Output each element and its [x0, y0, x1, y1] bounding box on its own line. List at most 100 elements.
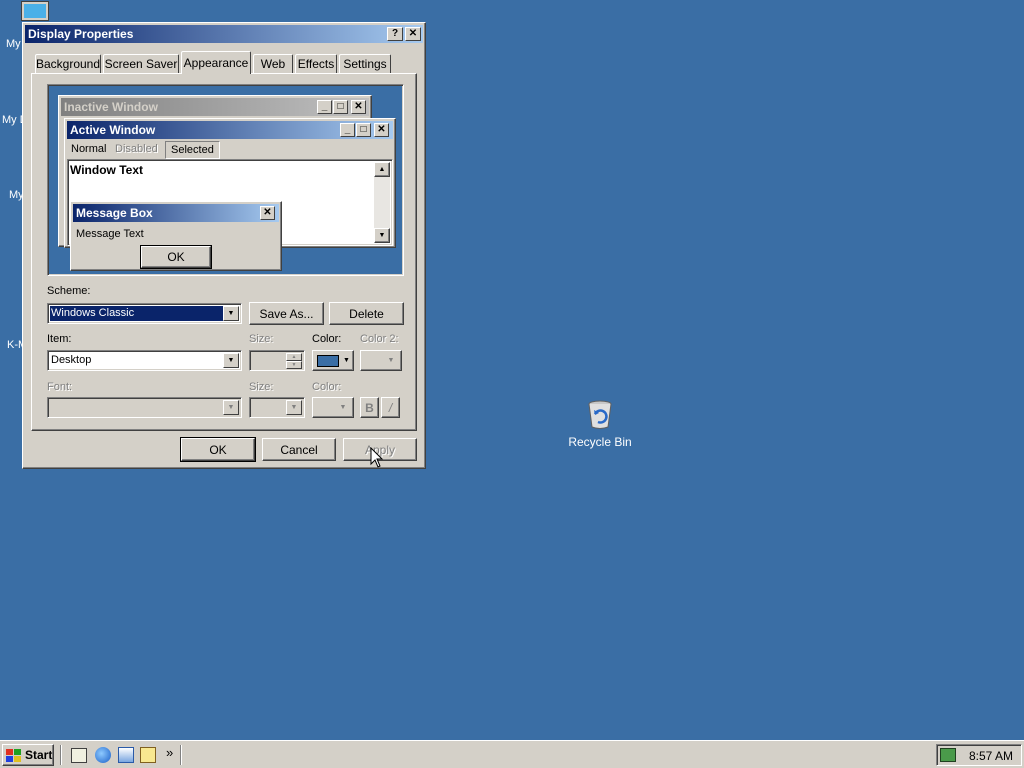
menu-normal: Normal	[71, 143, 107, 155]
active-minimize-icon: _	[340, 123, 355, 137]
preview-message-box: Message Box ✕ Message Text OK	[70, 201, 282, 271]
item-value: Desktop	[51, 354, 92, 366]
font-size-dropdown-icon: ▼	[286, 400, 302, 415]
start-button[interactable]: Start	[2, 744, 54, 766]
tab-label: Background	[35, 57, 101, 71]
item-size-label: Size:	[249, 333, 274, 345]
italic-icon: /	[388, 400, 393, 415]
ok-button[interactable]: OK	[180, 437, 256, 462]
tab-label: Web	[260, 57, 286, 71]
tab-label: Effects	[297, 57, 335, 71]
quicklaunch-outlook-icon[interactable]	[118, 747, 134, 763]
monitor-icon	[22, 2, 48, 20]
taskbar-separator	[60, 745, 62, 765]
font-size-select: ▼	[249, 397, 305, 418]
system-tray: 8:57 AM	[936, 744, 1022, 766]
font-color-label: Color:	[312, 381, 342, 393]
network-tray-icon[interactable]	[940, 748, 956, 762]
window-text: Window Text	[70, 163, 143, 177]
tab-background[interactable]: Background	[35, 54, 101, 73]
scroll-down-icon: ▼	[374, 228, 390, 243]
item-color2-button: ▼	[360, 350, 402, 371]
item-dropdown-icon[interactable]: ▼	[223, 353, 239, 368]
windows-logo-icon	[6, 748, 21, 762]
cancel-button[interactable]: Cancel	[262, 438, 336, 461]
scheme-dropdown-icon[interactable]: ▼	[223, 306, 239, 321]
help-icon: ?	[391, 28, 399, 39]
font-select: ▼	[47, 397, 242, 418]
dialog-titlebar[interactable]: Display Properties	[25, 25, 423, 43]
active-close-icon: ✕	[374, 123, 389, 137]
msgbox-ok-button: OK	[140, 245, 212, 269]
spin-down-icon: ▼	[286, 361, 302, 369]
save-as-button[interactable]: Save As...	[249, 302, 324, 325]
item-color-button[interactable]: ▼	[312, 350, 354, 371]
menu-selected: Selected	[165, 141, 220, 159]
tab-effects[interactable]: Effects	[295, 54, 337, 73]
font-color-dropdown-icon: ▼	[339, 404, 347, 411]
desktop-label-1: My	[6, 38, 21, 50]
close-icon: ✕	[408, 28, 418, 39]
tab-label: Appearance	[183, 56, 249, 70]
color2-dropdown-icon: ▼	[387, 357, 395, 364]
tab-web[interactable]: Web	[253, 54, 293, 73]
clock[interactable]: 8:57 AM	[969, 749, 1013, 763]
msgbox-title: Message Box	[76, 206, 153, 220]
dialog-title: Display Properties	[28, 27, 134, 41]
font-color-button: ▼	[312, 397, 354, 418]
spin-up-icon: ▲	[286, 353, 302, 361]
quicklaunch-chevron[interactable]: »	[166, 745, 173, 760]
bold-icon: B	[365, 400, 374, 415]
delete-label: Delete	[349, 306, 384, 321]
ok-label: OK	[209, 442, 227, 457]
taskbar: Start » 8:57 AM	[0, 740, 1024, 768]
save-as-label: Save As...	[259, 306, 314, 321]
scheme-value: Windows Classic	[51, 307, 135, 319]
tab-screen-saver[interactable]: Screen Saver	[103, 54, 179, 73]
active-title: Active Window	[70, 123, 156, 137]
cancel-label: Cancel	[280, 442, 318, 457]
item-color2-label: Color 2:	[360, 333, 399, 345]
tab-appearance[interactable]: Appearance	[181, 51, 251, 74]
italic-button: /	[381, 397, 400, 418]
msgbox-close-icon: ✕	[260, 206, 275, 220]
inactive-minimize-icon: _	[317, 100, 332, 114]
quicklaunch-search-icon[interactable]	[140, 747, 156, 763]
desktop-icon-my-computer[interactable]	[22, 2, 50, 22]
color-dropdown-icon: ▼	[343, 357, 350, 364]
menu-disabled: Disabled	[115, 143, 158, 155]
item-select[interactable]: Desktop ▼	[47, 350, 242, 371]
font-size-label: Size:	[249, 381, 274, 393]
inactive-close-icon: ✕	[351, 100, 366, 114]
inactive-maximize-icon: □	[333, 100, 348, 114]
delete-button[interactable]: Delete	[329, 302, 404, 325]
font-dropdown-icon: ▼	[223, 400, 239, 415]
message-text: Message Text	[76, 228, 144, 240]
mouse-cursor-icon	[370, 447, 384, 468]
scheme-preview: Inactive Window _ □ ✕ Active Window _ □ …	[47, 84, 404, 276]
inactive-title: Inactive Window	[64, 100, 158, 114]
scheme-label: Scheme:	[47, 285, 91, 297]
scroll-up-icon: ▲	[374, 162, 390, 177]
tab-label: Screen Saver	[104, 57, 178, 71]
start-label: Start	[25, 748, 53, 762]
quicklaunch-show-desktop-icon[interactable]	[71, 748, 87, 763]
scheme-select[interactable]: Windows Classic ▼	[47, 303, 242, 324]
item-size-spinner: ▲ ▼	[249, 350, 305, 371]
quicklaunch-ie-icon[interactable]	[95, 747, 111, 763]
desktop-icon-recycle-bin[interactable]: Recycle Bin	[565, 398, 635, 450]
item-color-label: Color:	[312, 333, 342, 345]
close-button[interactable]: ✕	[405, 27, 421, 41]
msgbox-ok-label: OK	[167, 250, 185, 264]
color-swatch	[317, 354, 339, 367]
taskbar-separator-2	[180, 745, 182, 765]
preview-scrollbar: ▲ ▼	[374, 162, 390, 243]
tab-settings[interactable]: Settings	[339, 54, 391, 73]
recycle-bin-icon	[588, 400, 612, 429]
help-button[interactable]: ?	[387, 27, 403, 41]
active-maximize-icon: □	[356, 123, 371, 137]
msgbox-titlebar: Message Box	[73, 204, 279, 222]
item-label: Item:	[47, 333, 72, 345]
appearance-panel: Inactive Window _ □ ✕ Active Window _ □ …	[31, 73, 417, 431]
font-label: Font:	[47, 381, 73, 393]
